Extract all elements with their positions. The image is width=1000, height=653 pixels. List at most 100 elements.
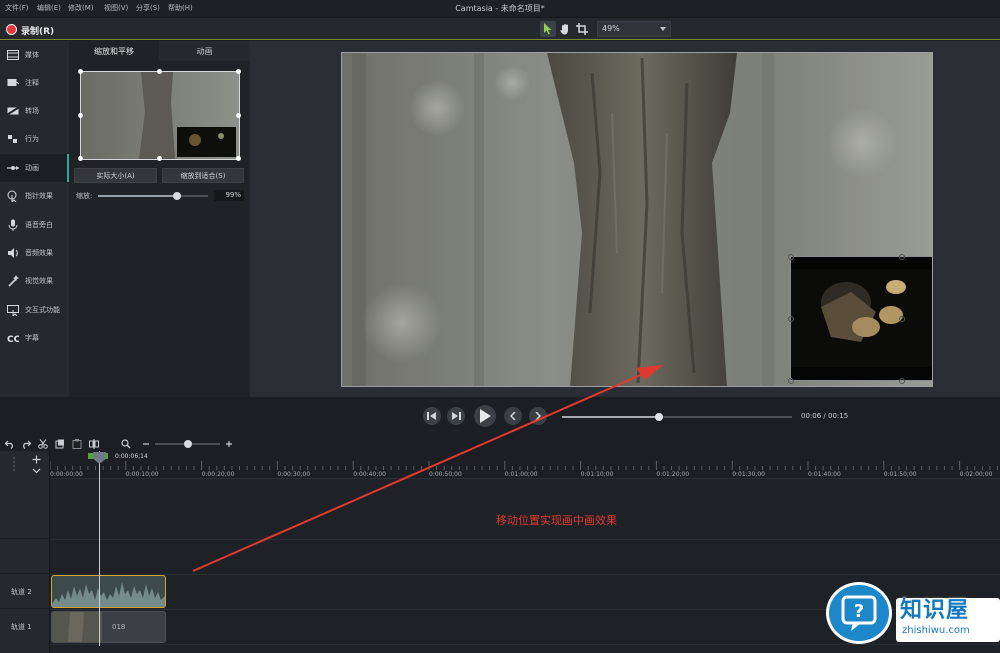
sidebar-item-label: 视觉效果	[25, 277, 53, 285]
watermark-url: zhishiwu.com	[902, 625, 970, 636]
playhead-line[interactable]	[99, 451, 100, 646]
redo-icon[interactable]	[21, 439, 32, 449]
step-back-icon[interactable]	[423, 407, 441, 425]
scale-slider-thumb[interactable]	[173, 192, 182, 200]
undo-icon[interactable]	[4, 439, 15, 449]
ruler-tick-label: 0:00:30;00	[277, 471, 311, 478]
sidebar-item-annotation[interactable]: 注释	[0, 69, 69, 97]
actual-size-button[interactable]: 实际大小(A)	[74, 168, 157, 183]
collapse-tracks-icon[interactable]	[10, 457, 18, 476]
picture-in-picture-clip[interactable]	[788, 254, 932, 384]
ruler-tick-label: 0:01:20;00	[656, 471, 690, 478]
timeline-ruler[interactable]: 0:00:00;00 0:00:10;00 0:00:20;00 0:00:30;00…	[50, 451, 1000, 479]
copy-icon[interactable]	[55, 439, 65, 449]
tools-sidebar: 媒体 注释 转场 行为动画指针效果 语音旁白 音频效果视觉效果交互式功能 CC 字幕	[0, 41, 69, 397]
track-headers: 轨道 2 轨道 1	[0, 451, 50, 653]
resize-handle[interactable]	[157, 69, 162, 74]
sidebar-item-microphone[interactable]: 语音旁白	[0, 211, 69, 239]
zoom-dropdown[interactable]: 49%	[597, 21, 671, 37]
media-icon	[7, 49, 19, 61]
cursor-effect-icon	[7, 190, 19, 204]
center-handle[interactable]	[899, 316, 905, 322]
menu-file[interactable]: 文件(F)	[5, 3, 29, 13]
resize-handle[interactable]	[236, 156, 241, 161]
main-toolbar: 录制(R) 49%	[0, 18, 1000, 40]
sidebar-item-interactive[interactable]: 交互式功能	[0, 296, 69, 324]
menu-modify[interactable]: 修改(M)	[68, 3, 94, 13]
track-header-1[interactable]: 轨道 1	[0, 610, 50, 644]
resize-handle[interactable]	[788, 316, 794, 322]
resize-handle[interactable]	[236, 69, 241, 74]
zoom-value: 49%	[602, 24, 620, 33]
sidebar-item-animation[interactable]: 动画	[0, 154, 69, 182]
magic-wand-icon	[7, 275, 19, 287]
split-icon[interactable]	[89, 439, 99, 449]
pointer-icon[interactable]	[540, 21, 556, 37]
menu-view[interactable]: 视图(V)	[104, 3, 128, 13]
step-forward-icon[interactable]	[447, 407, 465, 425]
sidebar-item-label: 字幕	[25, 334, 39, 342]
play-icon[interactable]	[474, 405, 496, 427]
menu-edit[interactable]: 编辑(E)	[37, 3, 61, 13]
track-1-clip[interactable]: 018	[51, 611, 166, 643]
record-icon[interactable]	[6, 24, 17, 35]
sidebar-item-label: 动画	[25, 164, 39, 172]
zoom-preview-thumbnail[interactable]	[78, 69, 241, 161]
clip-thumbnail	[52, 612, 102, 642]
search-icon	[121, 439, 131, 449]
sidebar-item-behavior[interactable]: 行为	[0, 125, 69, 153]
playback-scrubber-thumb[interactable]	[654, 413, 663, 421]
resize-handle[interactable]	[788, 378, 794, 384]
sidebar-item-cc[interactable]: CC 字幕	[0, 324, 69, 352]
sidebar-item-media[interactable]: 媒体	[0, 41, 69, 69]
properties-panel: 缩放和平移 动画 实际大小(A) 缩放到适合(S) 缩放: 99%	[69, 41, 250, 397]
video-preview[interactable]	[341, 52, 933, 387]
menu-share[interactable]: 分享(S)	[136, 3, 160, 13]
hand-icon[interactable]	[557, 21, 573, 37]
timeline-zoom-slider[interactable]	[155, 440, 220, 448]
zoom-out-icon[interactable]	[141, 439, 151, 449]
question-bubble-icon: ?	[826, 582, 892, 644]
playback-progress-fill	[562, 416, 659, 418]
timeline-toolbar	[0, 437, 1000, 451]
crop-icon[interactable]	[574, 21, 590, 37]
menu-help[interactable]: 帮助(H)	[168, 3, 193, 13]
scale-slider[interactable]	[98, 192, 208, 200]
timeline-zoom-thumb[interactable]	[183, 440, 192, 448]
tab-zoom-and-pan[interactable]: 缩放和平移	[69, 41, 159, 61]
cut-icon[interactable]	[38, 439, 48, 449]
sidebar-item-cursor-effect[interactable]: 指针效果	[0, 182, 69, 210]
previous-icon[interactable]	[504, 407, 522, 425]
resize-handle[interactable]	[78, 156, 83, 161]
ruler-tick-label: 0:00:20;00	[201, 471, 235, 478]
scale-slider-fill	[98, 195, 178, 197]
track-row-empty[interactable]	[50, 540, 1000, 575]
resize-handle[interactable]	[78, 69, 83, 74]
sidebar-item-transition[interactable]: 转场	[0, 97, 69, 125]
tab-animations[interactable]: 动画	[159, 41, 250, 61]
next-icon[interactable]	[529, 407, 547, 425]
track-header-2[interactable]: 轨道 2	[0, 575, 50, 609]
resize-handle[interactable]	[899, 254, 905, 260]
sidebar-item-speaker[interactable]: 音频效果	[0, 239, 69, 267]
track-2-clip[interactable]	[51, 575, 166, 608]
scale-value-input[interactable]: 99%	[214, 190, 244, 201]
resize-handle[interactable]	[899, 378, 905, 384]
svg-text:?: ?	[854, 601, 864, 622]
scale-to-fit-button[interactable]: 缩放到适合(S)	[162, 168, 244, 183]
paste-icon[interactable]	[72, 439, 82, 449]
resize-handle[interactable]	[157, 156, 162, 161]
add-track-icon[interactable]	[32, 455, 41, 467]
resize-handle[interactable]	[78, 113, 83, 118]
animation-icon	[7, 162, 19, 174]
track-row-empty[interactable]	[50, 480, 1000, 540]
resize-handle[interactable]	[236, 113, 241, 118]
chevron-down-icon	[660, 27, 666, 31]
zoom-in-icon[interactable]	[224, 439, 234, 449]
resize-handle[interactable]	[788, 254, 794, 260]
playback-scrubber[interactable]	[562, 413, 792, 421]
sidebar-item-magic-wand[interactable]: 视觉效果	[0, 267, 69, 295]
chevron-down-icon[interactable]	[32, 467, 41, 477]
record-button[interactable]: 录制(R)	[21, 24, 54, 37]
ruler-tick-label: 0:01:10;00	[580, 471, 614, 478]
